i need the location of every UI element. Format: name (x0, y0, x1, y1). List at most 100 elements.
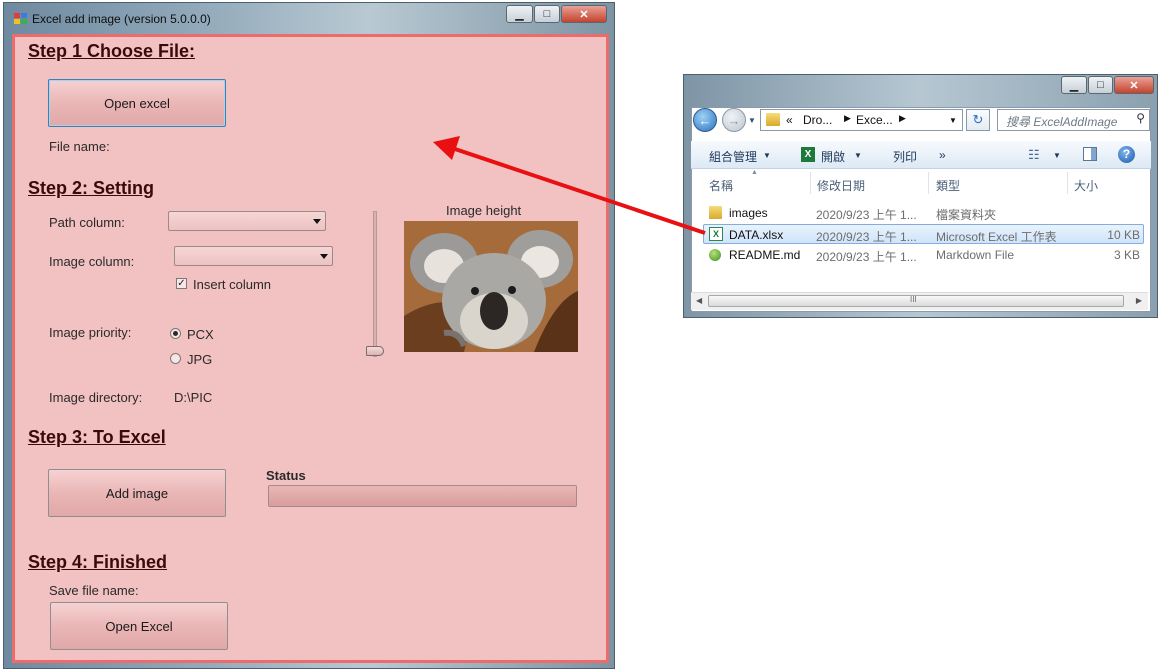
breadcrumb-separator-icon: ▶ (844, 113, 851, 123)
image-height-label: Image height (446, 203, 522, 218)
step4-heading: Step 4: Finished (28, 552, 168, 572)
excel-add-image-window: Excel add image (version 5.0.0.0) ▁ □ ✕ … (3, 2, 615, 669)
forward-arrow-icon: → (727, 112, 741, 128)
status-progress-bar (268, 485, 577, 507)
search-placeholder: 搜尋 ExcelAddImage (1006, 115, 1118, 129)
step3-heading: Step 3: To Excel (28, 427, 166, 447)
open-excel-button[interactable]: Open excel (48, 79, 226, 127)
markdown-file-icon (709, 249, 721, 261)
refresh-button[interactable]: ↻ (966, 109, 990, 131)
folder-icon (766, 113, 780, 126)
image-priority-label: Image priority: (49, 325, 132, 340)
maximize-icon: □ (1097, 79, 1104, 91)
search-box[interactable]: 搜尋 ExcelAddImage ⚲ (997, 109, 1150, 131)
chevron-down-icon: ▼ (763, 151, 771, 160)
column-header-type[interactable]: 類型 (936, 177, 960, 194)
scroll-right-icon[interactable]: ▶ (1136, 296, 1142, 305)
file-row-images[interactable]: images 2020/9/23 上午 1... 檔案資料夾 (703, 203, 1144, 223)
open-menu[interactable]: 開啟 (821, 148, 845, 165)
koala-image-preview (404, 221, 578, 352)
more-commands-button[interactable]: » (939, 148, 946, 162)
file-date: 2020/9/23 上午 1... (816, 230, 917, 244)
save-file-name-label: Save file name: (49, 583, 139, 598)
breadcrumb-overflow[interactable]: « (786, 113, 793, 127)
close-icon: ✕ (1129, 79, 1139, 92)
insert-column-label: Insert column (193, 277, 272, 292)
chevron-down-icon: ▼ (1053, 151, 1061, 160)
file-type: Markdown File (936, 248, 1015, 262)
image-directory-label: Image directory: (49, 390, 143, 405)
file-date: 2020/9/23 上午 1... (816, 208, 917, 222)
app-icon (14, 13, 28, 25)
print-button[interactable]: 列印 (893, 148, 917, 165)
chevron-down-icon (313, 219, 321, 224)
close-button[interactable]: ✕ (561, 5, 607, 23)
insert-column-checkbox[interactable]: ✓ (176, 278, 187, 289)
scrollbar-grip-icon: III (910, 295, 917, 304)
window-title: Excel add image (version 5.0.0.0) (32, 12, 211, 26)
app-client-area: Step 1 Choose File: Open excel File name… (12, 34, 609, 663)
back-arrow-icon: ← (698, 112, 712, 128)
refresh-icon: ↻ (972, 112, 984, 127)
explorer-maximize-button[interactable]: □ (1088, 76, 1113, 94)
file-size: 10 KB (1107, 228, 1140, 242)
file-row-readme[interactable]: README.md 2020/9/23 上午 1... Markdown Fil… (703, 245, 1144, 265)
horizontal-scrollbar[interactable]: ◀ III ▶ (691, 292, 1148, 310)
sort-ascending-icon: ▲ (751, 169, 758, 176)
breadcrumb-excel[interactable]: Exce... (856, 113, 893, 127)
file-type: 檔案資料夾 (936, 208, 997, 222)
breadcrumb-dropbox[interactable]: Dro... (803, 113, 832, 127)
file-row-data-xlsx[interactable]: X DATA.xlsx 2020/9/23 上午 1... Microsoft … (703, 224, 1144, 244)
file-size: 3 KB (1113, 248, 1140, 262)
priority-pcx-label: PCX (187, 327, 214, 342)
image-height-slider-thumb[interactable] (366, 346, 384, 356)
view-options-icon[interactable]: ☷ (1028, 147, 1040, 163)
scroll-left-icon[interactable]: ◀ (696, 296, 702, 305)
chevron-down-icon (320, 254, 328, 259)
open-excel-result-button[interactable]: Open Excel (50, 602, 228, 650)
image-column-label: Image column: (49, 254, 135, 269)
address-dropdown-icon[interactable]: ▼ (949, 116, 957, 125)
status-label: Status (266, 468, 306, 483)
column-header-date[interactable]: 修改日期 (817, 177, 865, 194)
address-bar[interactable]: « Dro... ▶ Exce... ▶ ▼ (760, 109, 963, 131)
image-column-select[interactable] (174, 246, 333, 266)
back-button[interactable]: ← (693, 108, 717, 132)
file-name: DATA.xlsx (729, 228, 784, 242)
add-image-button[interactable]: Add image (48, 469, 226, 517)
search-icon: ⚲ (1136, 111, 1145, 125)
file-type: Microsoft Excel 工作表 (936, 230, 1057, 244)
step1-heading: Step 1 Choose File: (28, 41, 196, 61)
minimize-button[interactable]: ▁ (506, 5, 533, 23)
explorer-toolbar: 組合管理 ▼ X 開啟 ▼ 列印 » ☷ ▼ ? (691, 141, 1151, 169)
organize-menu[interactable]: 組合管理 (709, 148, 757, 165)
maximize-icon: □ (543, 8, 551, 20)
excel-icon: X (801, 147, 815, 162)
minimize-icon: ▁ (1069, 79, 1079, 92)
chevron-down-icon: ▼ (854, 151, 862, 160)
file-date: 2020/9/23 上午 1... (816, 250, 917, 264)
column-header-name[interactable]: 名稱 (709, 177, 733, 194)
priority-jpg-label: JPG (187, 352, 213, 367)
preview-pane-icon[interactable] (1083, 147, 1097, 161)
image-height-slider-track[interactable] (373, 211, 377, 357)
explorer-minimize-button[interactable]: ▁ (1061, 76, 1087, 94)
file-name: images (729, 206, 768, 220)
help-icon[interactable]: ? (1118, 146, 1135, 163)
maximize-button[interactable]: □ (534, 5, 560, 23)
checkmark-icon: ✓ (177, 278, 186, 289)
path-column-select[interactable] (168, 211, 326, 231)
column-header-size[interactable]: 大小 (1074, 177, 1098, 194)
priority-jpg-radio[interactable] (170, 353, 181, 364)
breadcrumb-separator-icon: ▶ (899, 113, 906, 123)
priority-pcx-radio[interactable] (170, 328, 181, 339)
image-directory-value: D:\PIC (174, 390, 213, 405)
main-panel: Step 1 Choose File: Open excel File name… (12, 34, 609, 663)
folder-icon (709, 206, 722, 219)
forward-button[interactable]: → (722, 108, 746, 132)
explorer-close-button[interactable]: ✕ (1114, 76, 1154, 94)
file-name: README.md (729, 248, 801, 262)
column-divider (810, 172, 811, 194)
step2-heading: Step 2: Setting (28, 178, 155, 198)
history-dropdown-icon[interactable]: ▼ (748, 116, 756, 125)
